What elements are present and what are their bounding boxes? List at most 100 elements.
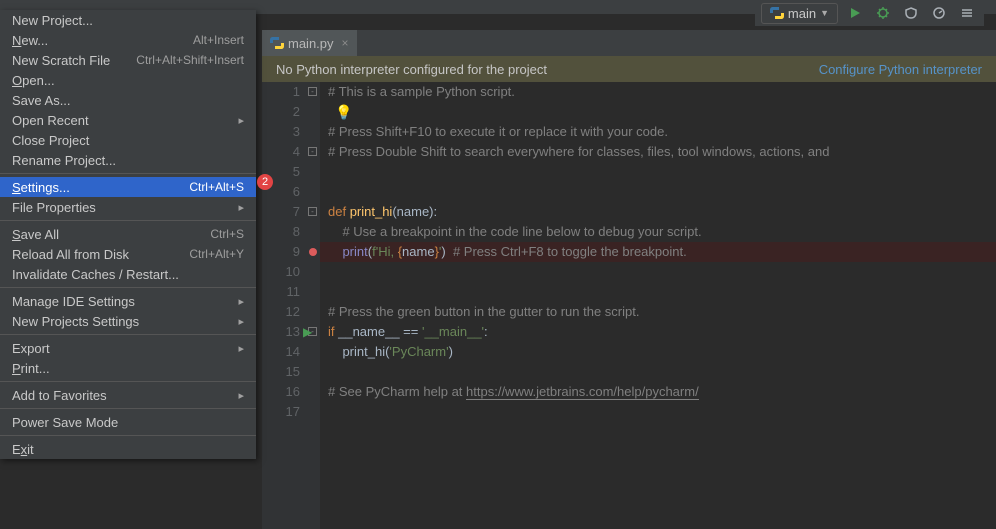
code-line[interactable]: -# This is a sample Python script. xyxy=(320,82,996,102)
menu-item-label: Manage IDE Settings xyxy=(12,294,135,309)
line-number: 15 xyxy=(262,362,300,382)
line-number: 3 xyxy=(262,122,300,142)
search-everywhere-icon[interactable] xyxy=(956,2,978,24)
menu-item-shortcut: Ctrl+Alt+S xyxy=(189,180,244,194)
menu-item-label: Close Project xyxy=(12,133,89,148)
menu-separator xyxy=(0,220,256,221)
run-config-name: main xyxy=(788,6,816,21)
menu-separator xyxy=(0,287,256,288)
menu-item-label: Export xyxy=(12,341,50,356)
code-line[interactable]: # Use a breakpoint in the code line belo… xyxy=(320,222,996,242)
play-icon[interactable] xyxy=(844,2,866,24)
menu-item-label: Open Recent xyxy=(12,113,89,128)
menu-item-label: Open... xyxy=(12,73,55,88)
code-line[interactable]: print_hi('PyCharm') xyxy=(320,342,996,362)
menu-separator xyxy=(0,173,256,174)
menu-item-open-recent[interactable]: Open Recent xyxy=(0,110,256,130)
line-number: 9 xyxy=(262,242,300,262)
menu-item-label: Save All xyxy=(12,227,59,242)
code-line[interactable]: -def print_hi(name): xyxy=(320,202,996,222)
code-line[interactable] xyxy=(320,362,996,382)
code-line[interactable]: print(f'Hi, {name}') # Press Ctrl+F8 to … xyxy=(320,242,996,262)
tab-label: main.py xyxy=(288,36,334,51)
menu-item-label: Save As... xyxy=(12,93,71,108)
menu-item-label: New... xyxy=(12,33,48,48)
menu-item-save-all[interactable]: Save AllCtrl+S xyxy=(0,224,256,244)
code-editor[interactable]: -# This is a sample Python script. 💡# Pr… xyxy=(320,82,996,529)
menu-item-exit[interactable]: Exit xyxy=(0,439,256,459)
run-gutter-icon[interactable]: ▶ xyxy=(303,322,312,342)
tab-main-py[interactable]: main.py × xyxy=(262,30,357,56)
menu-item-label: Exit xyxy=(12,442,34,457)
code-line[interactable]: # See PyCharm help at https://www.jetbra… xyxy=(320,382,996,402)
menu-item-rename-project[interactable]: Rename Project... xyxy=(0,150,256,170)
menu-item-manage-ide-settings[interactable]: Manage IDE Settings xyxy=(0,291,256,311)
line-number-gutter[interactable]: 1234567891011121314151617 xyxy=(262,82,306,529)
line-number: 8 xyxy=(262,222,300,242)
run-cov-icon[interactable] xyxy=(900,2,922,24)
line-number: 4 xyxy=(262,142,300,162)
banner-message: No Python interpreter configured for the… xyxy=(276,62,547,77)
line-number: 7 xyxy=(262,202,300,222)
code-line[interactable]: # Press the green button in the gutter t… xyxy=(320,302,996,322)
menu-item-shortcut: Ctrl+Alt+Y xyxy=(189,247,244,261)
chevron-down-icon: ▼ xyxy=(820,8,829,18)
code-line[interactable]: 💡 xyxy=(320,102,996,122)
code-line[interactable] xyxy=(320,402,996,422)
menu-item-print[interactable]: Print... xyxy=(0,358,256,378)
top-right-toolbar: main ▼ xyxy=(755,0,984,26)
menu-item-shortcut: Ctrl+Alt+Shift+Insert xyxy=(136,53,244,67)
menu-item-label: File Properties xyxy=(12,200,96,215)
interpreter-warning-banner: No Python interpreter configured for the… xyxy=(262,56,996,82)
code-line[interactable]: -# Press Double Shift to search everywhe… xyxy=(320,142,996,162)
menu-item-open[interactable]: Open... xyxy=(0,70,256,90)
step-badge: 2 xyxy=(257,174,273,190)
menu-item-label: Power Save Mode xyxy=(12,415,118,430)
menu-item-new-project[interactable]: New Project... xyxy=(0,10,256,30)
menu-separator xyxy=(0,435,256,436)
menu-item-invalidate-caches-restart[interactable]: Invalidate Caches / Restart... xyxy=(0,264,256,284)
menu-item-settings[interactable]: Settings... Ctrl+Alt+S xyxy=(0,177,256,197)
line-number: 12 xyxy=(262,302,300,322)
menu-item-export[interactable]: Export xyxy=(0,338,256,358)
close-icon[interactable]: × xyxy=(342,36,349,50)
configure-interpreter-link[interactable]: Configure Python interpreter xyxy=(819,62,982,77)
menu-item-file-properties[interactable]: File Properties xyxy=(0,197,256,217)
line-number: 1 xyxy=(262,82,300,102)
menu-item-new[interactable]: New... Alt+Insert xyxy=(0,30,256,50)
menu-item-add-to-favorites[interactable]: Add to Favorites xyxy=(0,385,256,405)
menu-item-new-scratch-file[interactable]: New Scratch FileCtrl+Alt+Shift+Insert xyxy=(0,50,256,70)
code-line[interactable]: # Press Shift+F10 to execute it or repla… xyxy=(320,122,996,142)
menu-item-new-projects-settings[interactable]: New Projects Settings xyxy=(0,311,256,331)
line-number: 17 xyxy=(262,402,300,422)
breakpoint-icon[interactable] xyxy=(309,248,317,256)
code-line[interactable] xyxy=(320,282,996,302)
line-number: 14 xyxy=(262,342,300,362)
menu-item-power-save-mode[interactable]: Power Save Mode xyxy=(0,412,256,432)
menu-item-save-as[interactable]: Save As... xyxy=(0,90,256,110)
menu-item-label: Settings... xyxy=(12,180,70,195)
debug-icon[interactable] xyxy=(872,2,894,24)
python-icon xyxy=(770,6,784,20)
code-line[interactable] xyxy=(320,162,996,182)
python-icon xyxy=(270,36,284,50)
menu-separator xyxy=(0,334,256,335)
code-line[interactable] xyxy=(320,182,996,202)
menu-item-label: Reload All from Disk xyxy=(12,247,129,262)
menu-item-label: New Project... xyxy=(12,13,93,28)
menu-item-reload-all-from-disk[interactable]: Reload All from Disk Ctrl+Alt+Y xyxy=(0,244,256,264)
file-menu-popup: New Project... New... Alt+Insert New Scratc… xyxy=(0,10,256,459)
menu-item-close-project[interactable]: Close Project xyxy=(0,130,256,150)
code-line[interactable]: -if __name__ == '__main__':▶ xyxy=(320,322,996,342)
menu-item-label: Add to Favorites xyxy=(12,388,107,403)
menu-item-shortcut: Alt+Insert xyxy=(193,33,244,47)
run-config-selector[interactable]: main ▼ xyxy=(761,3,838,24)
line-number: 13 xyxy=(262,322,300,342)
editor-tabs: main.py × xyxy=(262,30,996,56)
code-line[interactable] xyxy=(320,262,996,282)
profile-icon[interactable] xyxy=(928,2,950,24)
line-number: 2 xyxy=(262,102,300,122)
menu-item-label: Rename Project... xyxy=(12,153,116,168)
menu-item-label: Print... xyxy=(12,361,50,376)
menu-item-label: Invalidate Caches / Restart... xyxy=(12,267,179,282)
